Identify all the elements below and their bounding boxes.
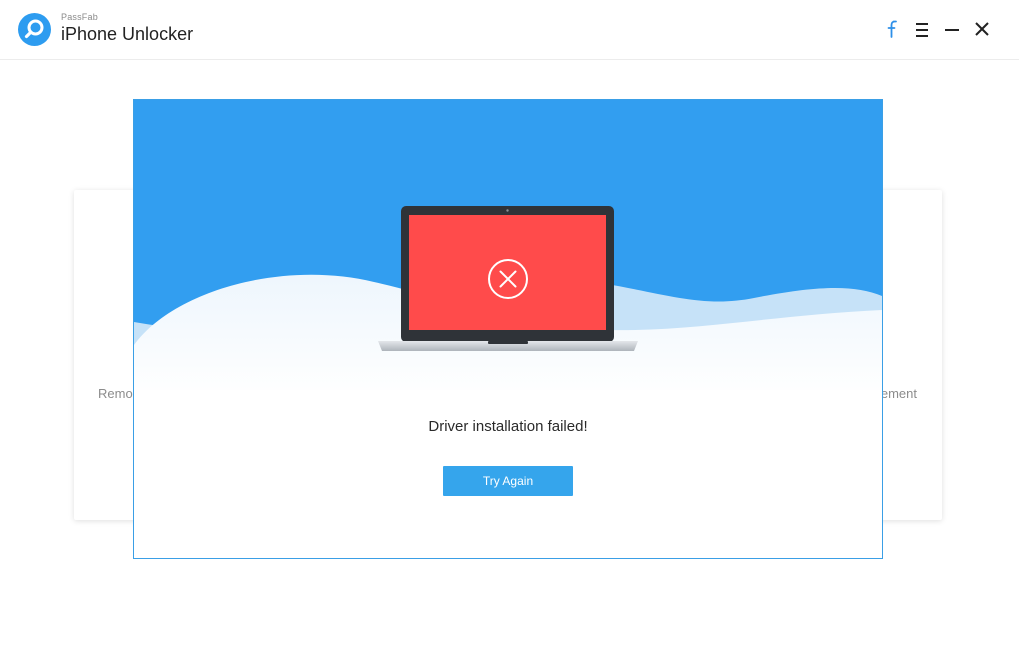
facebook-icon [887, 20, 897, 38]
hero-illustration [134, 100, 882, 400]
app-title: iPhone Unlocker [61, 24, 194, 44]
title-bar: PassFab iPhone Unlocker [0, 0, 1019, 60]
facebook-button[interactable] [882, 19, 902, 39]
close-icon [975, 22, 989, 36]
error-message: Driver installation failed! [428, 418, 588, 435]
card-label: ement [880, 386, 917, 401]
try-again-button[interactable]: Try Again [443, 466, 573, 496]
menu-icon [916, 23, 928, 37]
driver-error-dialog: Driver installation failed! Try Again [133, 99, 883, 559]
menu-button[interactable] [912, 19, 932, 39]
close-window-button[interactable] [972, 19, 992, 39]
minimize-button[interactable] [942, 19, 962, 39]
minimize-icon [945, 29, 959, 31]
card-label: Remo [98, 386, 133, 401]
brand-name: PassFab [61, 12, 98, 22]
laptop-error-icon [378, 206, 638, 351]
app-logo-icon [18, 13, 51, 46]
